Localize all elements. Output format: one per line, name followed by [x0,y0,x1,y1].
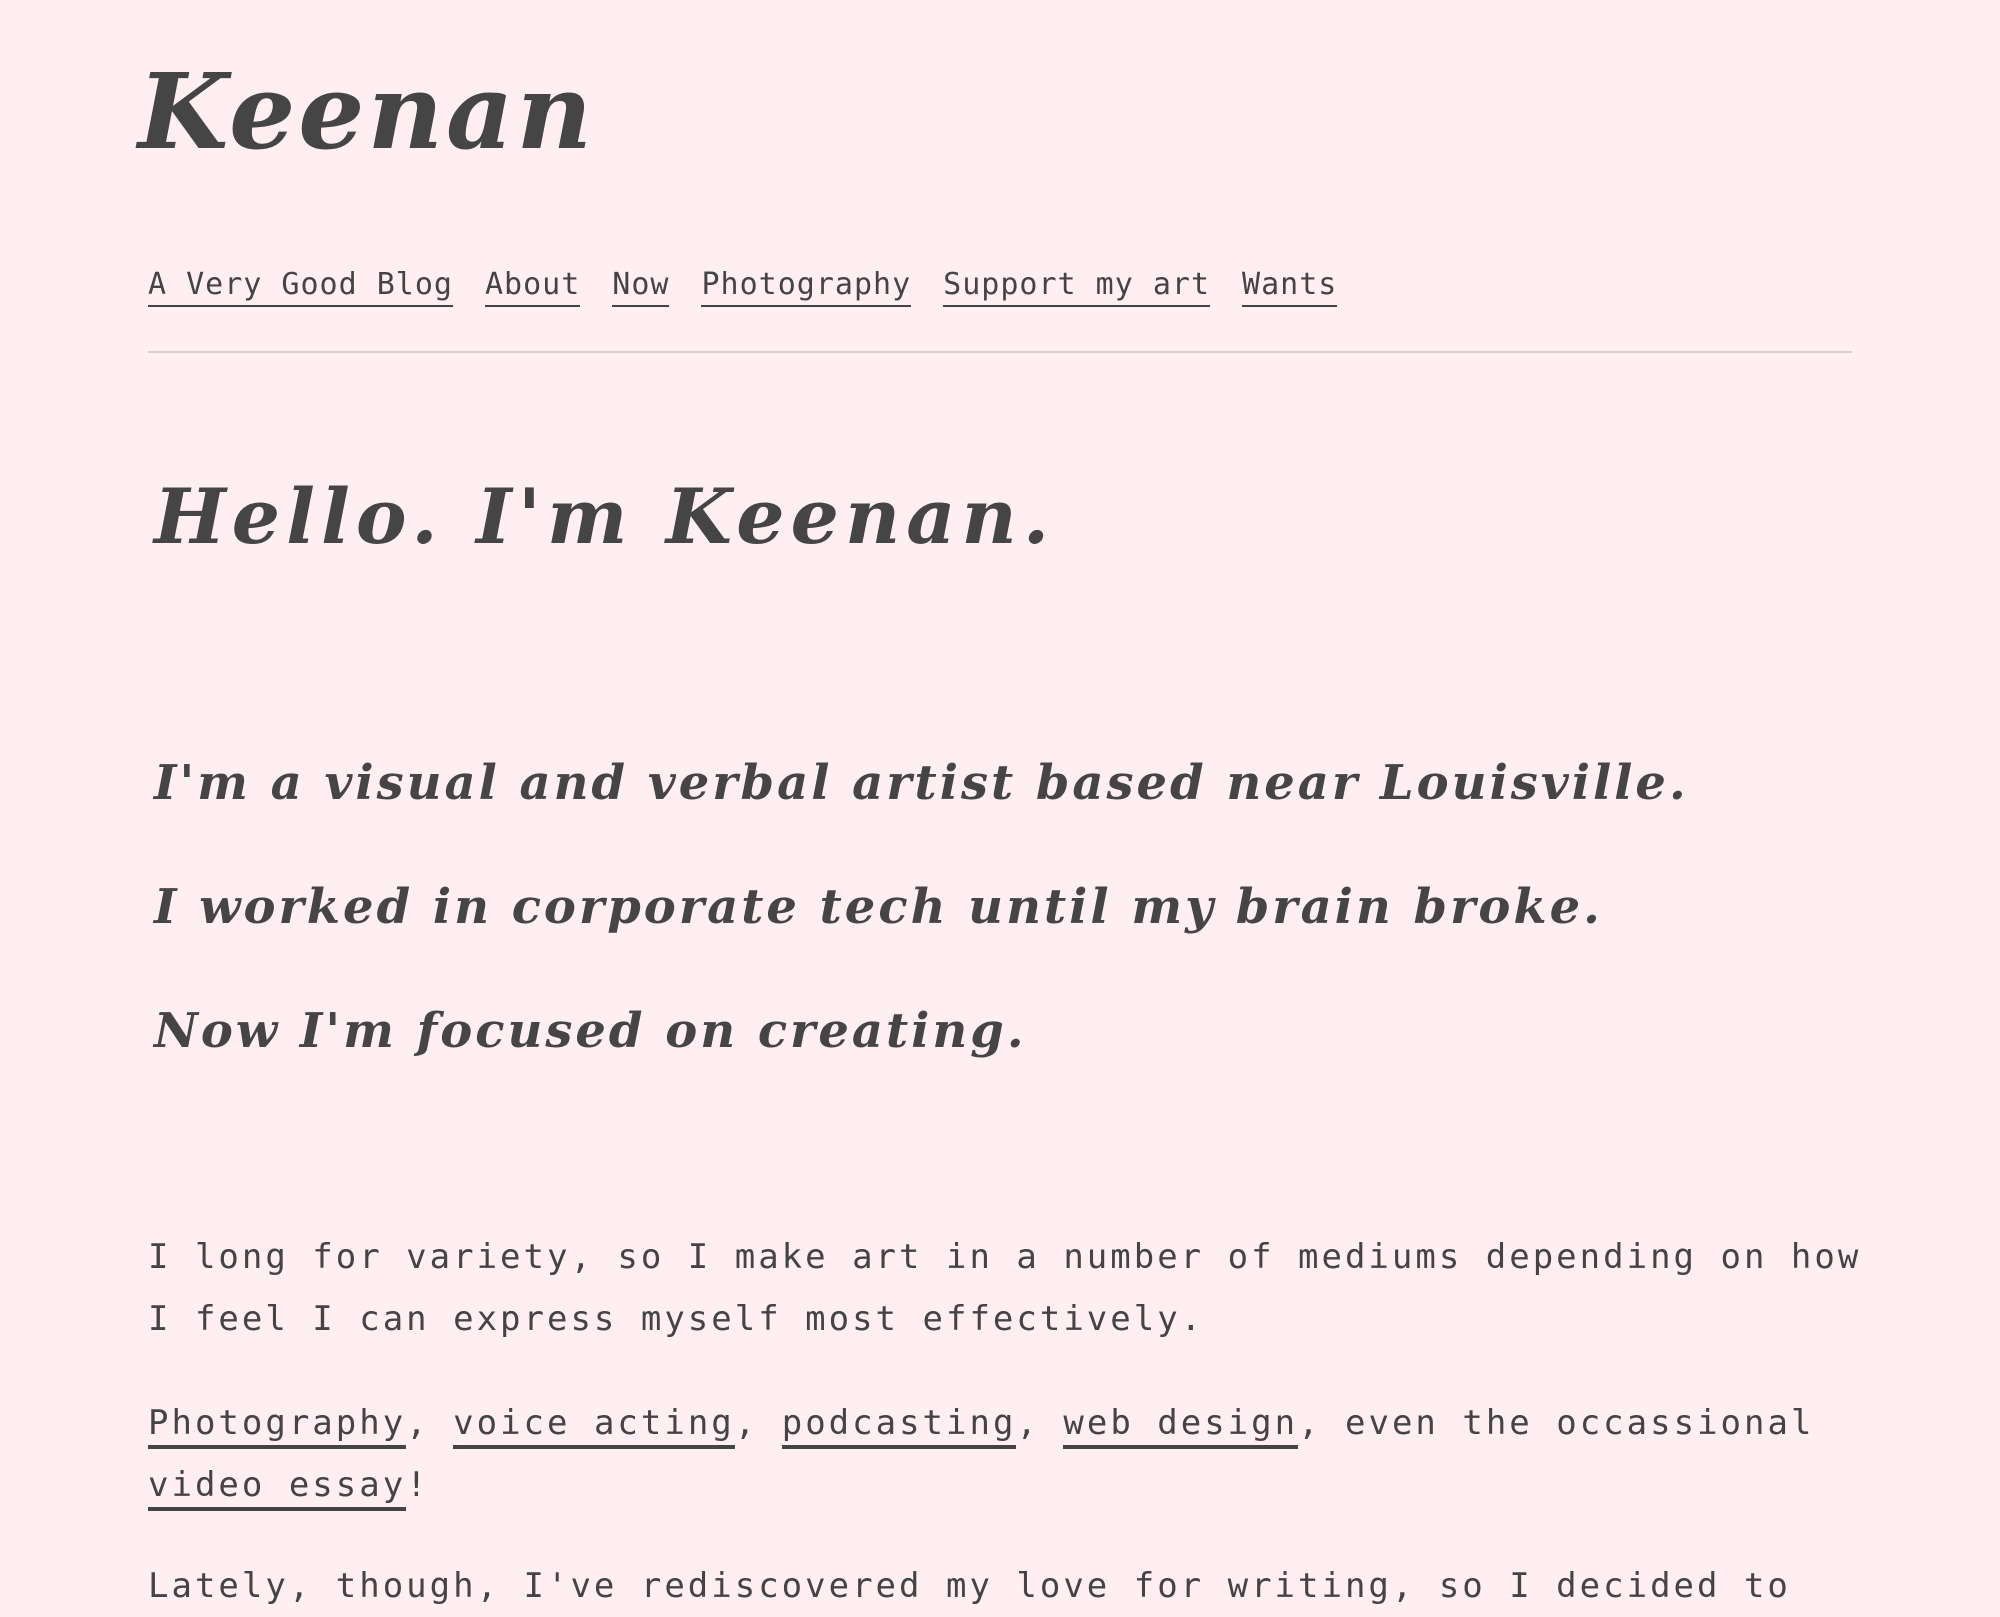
link-web-design[interactable]: web design [1063,1403,1299,1449]
header-divider [148,351,1852,353]
nav-item-now[interactable]: Now [612,268,670,307]
link-podcasting[interactable]: podcasting [781,1403,1017,1449]
separator: , [406,1403,454,1443]
link-voice-acting[interactable]: voice acting [453,1403,735,1449]
link-video-essay[interactable]: video essay [148,1465,407,1511]
nav-item-blog[interactable]: A Very Good Blog [148,268,453,307]
lead-line-3: Now I'm focused on creating. [154,1003,1027,1059]
nav-item-support[interactable]: Support my art [943,268,1211,307]
nav-item-wants[interactable]: Wants [1242,268,1338,307]
separator: , [1016,1403,1064,1443]
exclamation: ! [406,1465,430,1505]
writing-paragraph: Lately, though, I've rediscovered my lov… [148,1566,1791,1606]
link-photography[interactable]: Photography [148,1403,407,1449]
lead-line-2: I worked in corporate tech until my brai… [154,879,1603,935]
nav-item-about[interactable]: About [484,268,581,307]
nav-item-photography[interactable]: Photography [701,268,912,307]
site-title[interactable]: Keenan [138,60,595,164]
mediums-paragraph: Photography, voice acting, podcasting, w… [148,1392,1868,1516]
intro-paragraph: I long for variety, so I make art in a n… [148,1237,1862,1339]
hero-heading: Hello. I'm Keenan. [154,472,1056,561]
separator: , [734,1403,782,1443]
lead-line-1: I'm a visual and verbal artist based nea… [154,755,1689,811]
main-nav: A Very Good Blog About Now Photography S… [148,268,1338,307]
mediums-text: , even the occassional [1298,1403,1815,1443]
